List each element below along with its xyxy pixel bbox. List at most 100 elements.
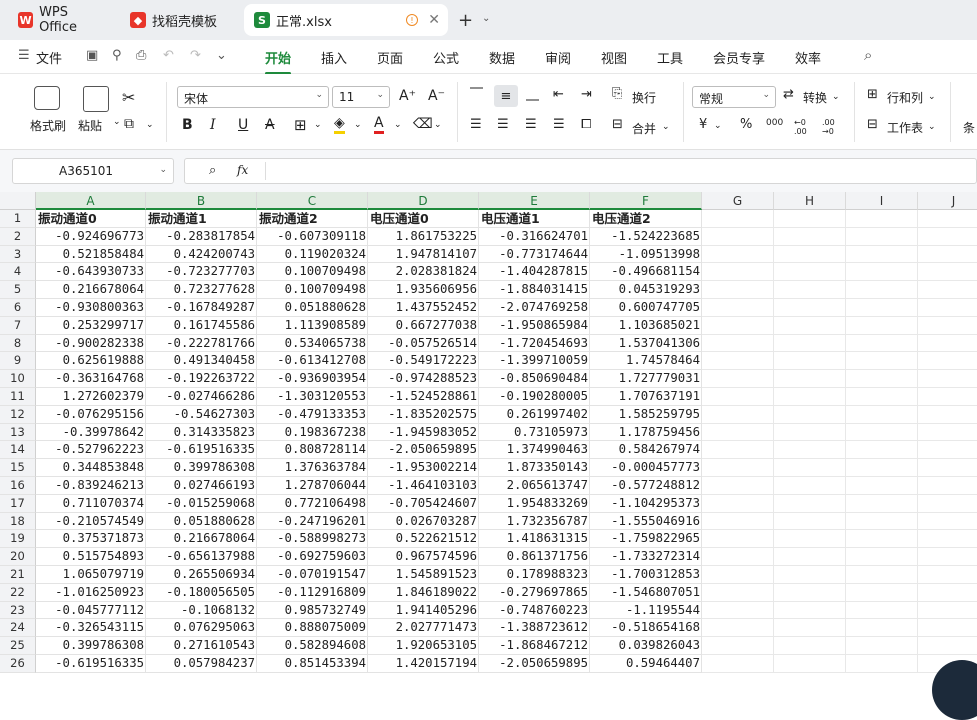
fill-color-icon[interactable]: ◈ xyxy=(334,115,345,134)
chevron-down-icon[interactable]: ⌄ xyxy=(434,120,442,130)
row-header[interactable]: 8 xyxy=(0,334,36,353)
empty-cell[interactable] xyxy=(918,388,977,406)
empty-cell[interactable] xyxy=(918,335,977,353)
row-header[interactable]: 4 xyxy=(0,263,36,282)
data-cell[interactable]: 0.178988323 xyxy=(479,566,590,584)
data-cell[interactable]: -2.074769258 xyxy=(479,299,590,317)
empty-cell[interactable] xyxy=(702,494,774,513)
column-header-f[interactable]: F xyxy=(590,192,702,210)
empty-cell[interactable] xyxy=(702,619,774,638)
empty-cell[interactable] xyxy=(702,655,774,673)
data-cell[interactable]: -1.303120553 xyxy=(257,388,368,406)
search-icon[interactable]: ⌕ xyxy=(864,46,872,64)
data-cell[interactable]: 2.065613747 xyxy=(479,477,590,495)
chevron-down-icon[interactable]: ⌄ xyxy=(714,121,722,131)
data-cell[interactable]: 0.424200743 xyxy=(146,245,257,264)
empty-cell[interactable] xyxy=(774,423,846,442)
format-painter-icon[interactable] xyxy=(34,86,60,110)
data-cell[interactable]: -1.104295373 xyxy=(590,494,702,513)
data-cell[interactable]: -0.192263722 xyxy=(146,370,257,388)
empty-cell[interactable] xyxy=(846,601,918,620)
data-cell[interactable]: 1.846189022 xyxy=(368,583,479,602)
data-cell[interactable]: -0.112916809 xyxy=(257,583,368,602)
empty-cell[interactable] xyxy=(846,352,918,371)
data-cell[interactable]: 0.582894608 xyxy=(257,637,368,655)
data-cell[interactable]: -0.518654168 xyxy=(590,619,702,638)
empty-cell[interactable] xyxy=(702,637,774,655)
data-cell[interactable]: 0.265506934 xyxy=(146,566,257,584)
empty-cell[interactable] xyxy=(846,512,918,531)
align-center-icon[interactable]: ☰ xyxy=(497,117,509,132)
data-cell[interactable]: -0.180056505 xyxy=(146,583,257,602)
empty-cell[interactable] xyxy=(774,210,846,228)
warning-icon[interactable]: ! xyxy=(406,14,418,26)
menu-review[interactable]: 审阅 xyxy=(545,48,571,67)
data-cell[interactable]: 0.59464407 xyxy=(590,655,702,673)
empty-cell[interactable] xyxy=(774,388,846,406)
data-cell[interactable]: 0.261997402 xyxy=(479,405,590,424)
wrap-icon[interactable]: ⎘ xyxy=(612,86,622,101)
data-cell[interactable]: 0.711070374 xyxy=(36,494,146,513)
empty-cell[interactable] xyxy=(846,423,918,442)
data-cell[interactable]: 0.057984237 xyxy=(146,655,257,673)
row-header[interactable]: 19 xyxy=(0,530,36,549)
empty-cell[interactable] xyxy=(774,601,846,620)
eraser-icon[interactable]: ⌫ xyxy=(413,116,433,132)
empty-cell[interactable] xyxy=(918,584,977,602)
data-cell[interactable]: -0.692759603 xyxy=(257,548,368,566)
underline-button[interactable]: U xyxy=(238,117,248,133)
data-cell[interactable]: 1.727779031 xyxy=(590,370,702,388)
empty-cell[interactable] xyxy=(774,548,846,566)
function-button[interactable]: fx xyxy=(237,163,248,177)
data-cell[interactable]: -0.643930733 xyxy=(36,263,146,282)
data-cell[interactable]: -0.190280005 xyxy=(479,388,590,406)
data-cell[interactable]: -1.835202575 xyxy=(368,405,479,424)
outdent-icon[interactable]: ⇤ xyxy=(553,87,564,102)
empty-cell[interactable] xyxy=(918,406,977,424)
data-cell[interactable]: 1.732356787 xyxy=(479,512,590,531)
data-cell[interactable]: -0.773174644 xyxy=(479,245,590,264)
data-cell[interactable]: -1.884031415 xyxy=(479,281,590,299)
data-cell[interactable]: -0.936903954 xyxy=(257,370,368,388)
cut-icon[interactable]: ✂ xyxy=(122,88,135,107)
empty-cell[interactable] xyxy=(918,370,977,388)
chevron-down-icon[interactable]: ⌄ xyxy=(662,122,670,132)
data-cell[interactable]: 0.271610543 xyxy=(146,637,257,655)
header-cell[interactable]: 振动通道0 xyxy=(36,210,146,228)
spreadsheet-grid[interactable]: A B C D E F G H I J 1 振动通道0 振动通道1 振动通道2 电压通道0 电压通道1 电压通道… xyxy=(0,192,977,678)
empty-cell[interactable] xyxy=(918,424,977,442)
data-cell[interactable]: -1.950865984 xyxy=(479,316,590,335)
data-cell[interactable]: 0.399786308 xyxy=(146,459,257,477)
data-cell[interactable]: -1.759822965 xyxy=(590,530,702,549)
rows-cols-button[interactable]: 行和列 xyxy=(887,89,923,106)
new-tab-icon[interactable]: + xyxy=(458,10,473,31)
data-cell[interactable]: 0.119020324 xyxy=(257,245,368,264)
justify-icon[interactable]: ☰ xyxy=(553,117,565,132)
empty-cell[interactable] xyxy=(702,566,774,584)
empty-cell[interactable] xyxy=(918,210,977,228)
data-cell[interactable]: 0.026703287 xyxy=(368,512,479,531)
chevron-down-icon[interactable]: ⌄ xyxy=(216,48,227,63)
empty-cell[interactable] xyxy=(774,494,846,513)
empty-cell[interactable] xyxy=(846,619,918,638)
data-cell[interactable]: -0.656137988 xyxy=(146,548,257,566)
empty-cell[interactable] xyxy=(774,619,846,638)
header-cell[interactable]: 振动通道2 xyxy=(257,210,368,228)
menu-formula[interactable]: 公式 xyxy=(433,48,459,67)
header-cell[interactable]: 电压通道2 xyxy=(590,210,702,228)
indent-icon[interactable]: ⇥ xyxy=(581,87,592,102)
chevron-down-icon[interactable]: ⌄ xyxy=(314,120,322,130)
data-cell[interactable]: 1.178759456 xyxy=(590,423,702,442)
empty-cell[interactable] xyxy=(774,530,846,549)
data-cell[interactable]: 1.545891523 xyxy=(368,566,479,584)
menu-efficiency[interactable]: 效率 xyxy=(795,48,821,67)
empty-cell[interactable] xyxy=(702,441,774,460)
format-painter-label[interactable]: 格式刷 xyxy=(30,117,66,134)
align-top-icon[interactable]: ⎺ xyxy=(470,87,483,102)
empty-cell[interactable] xyxy=(702,423,774,442)
row-header[interactable]: 13 xyxy=(0,423,36,442)
empty-cell[interactable] xyxy=(918,548,977,566)
empty-cell[interactable] xyxy=(918,299,977,317)
font-name-select[interactable]: 宋体 ⌄ xyxy=(177,86,329,108)
empty-cell[interactable] xyxy=(774,281,846,299)
